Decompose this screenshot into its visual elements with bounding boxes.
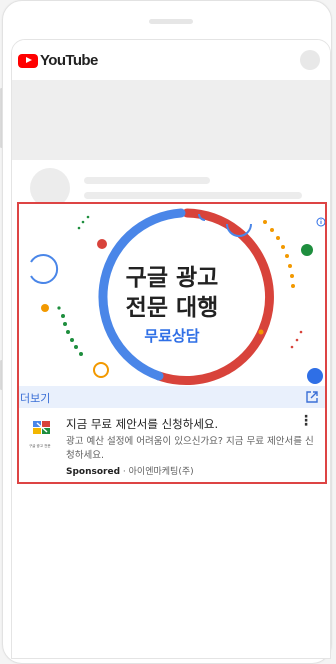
banner-headline-line2: 전문 대행 <box>126 295 219 321</box>
account-avatar[interactable] <box>300 50 320 70</box>
banner-cta: 무료상담 <box>144 327 199 345</box>
advertiser-logo-caption: 구글 광고 전문 <box>29 444 51 448</box>
youtube-header: YouTube <box>12 40 330 81</box>
phone-frame: YouTube 구글 광고 전문 대행 무료상담 더보기 구글 광고 전문 지금… <box>2 0 332 664</box>
dotted-arc-green-small <box>77 215 90 230</box>
youtube-logo-text: YouTube <box>40 52 98 69</box>
ad-sponsor-line: Sponsored · 아이엔마케팅(주) <box>66 464 194 477</box>
sponsored-label: Sponsored <box>66 467 121 477</box>
ad-banner[interactable]: 구글 광고 전문 대행 무료상담 <box>19 204 325 386</box>
ring-red-arc <box>182 208 274 375</box>
more-bar[interactable]: 더보기 <box>19 386 325 408</box>
video-thumbnail-placeholder <box>12 80 330 160</box>
open-in-new-icon[interactable] <box>305 390 319 404</box>
advertiser-name: 아이엔마케팅(주) <box>128 467 194 477</box>
arc-blue-left <box>30 254 59 284</box>
dot-blue <box>307 368 323 384</box>
dot-green <box>301 244 313 256</box>
banner-headline-line1: 구글 광고 <box>126 265 219 291</box>
ad-description: 광고 예산 설정에 어려움이 있으신가요? 지금 무료 제안서를 신청하세요. <box>66 436 314 461</box>
advertiser-logo[interactable] <box>31 419 53 443</box>
sponsor-separator: · <box>120 467 129 477</box>
dotted-arc-red <box>290 330 303 349</box>
subtitle-placeholder <box>84 192 302 199</box>
ad-title[interactable]: 지금 무료 제안서를 신청하세요. <box>66 416 218 432</box>
youtube-play-icon <box>18 53 38 68</box>
title-placeholder <box>84 177 210 184</box>
dot-orange <box>41 304 49 312</box>
ring-orange <box>93 362 109 378</box>
phone-speaker <box>149 19 193 24</box>
ring-red-arc-bottom <box>154 365 232 386</box>
phone-screen: YouTube 구글 광고 전문 대행 무료상담 더보기 구글 광고 전문 지금… <box>11 39 331 659</box>
banner-graphic: 구글 광고 전문 대행 무료상담 <box>30 208 325 386</box>
info-icon <box>316 217 325 227</box>
ad-card[interactable]: 구글 광고 전문 대행 무료상담 더보기 구글 광고 전문 지금 무료 제안서를… <box>17 202 327 484</box>
youtube-logo[interactable]: YouTube <box>18 52 98 69</box>
more-link[interactable]: 더보기 <box>20 390 50 406</box>
more-vert-icon[interactable]: ⋮ <box>299 413 313 429</box>
dotted-arc-green <box>57 306 83 356</box>
dot-red <box>97 239 107 249</box>
dot-orange-small <box>258 329 264 335</box>
